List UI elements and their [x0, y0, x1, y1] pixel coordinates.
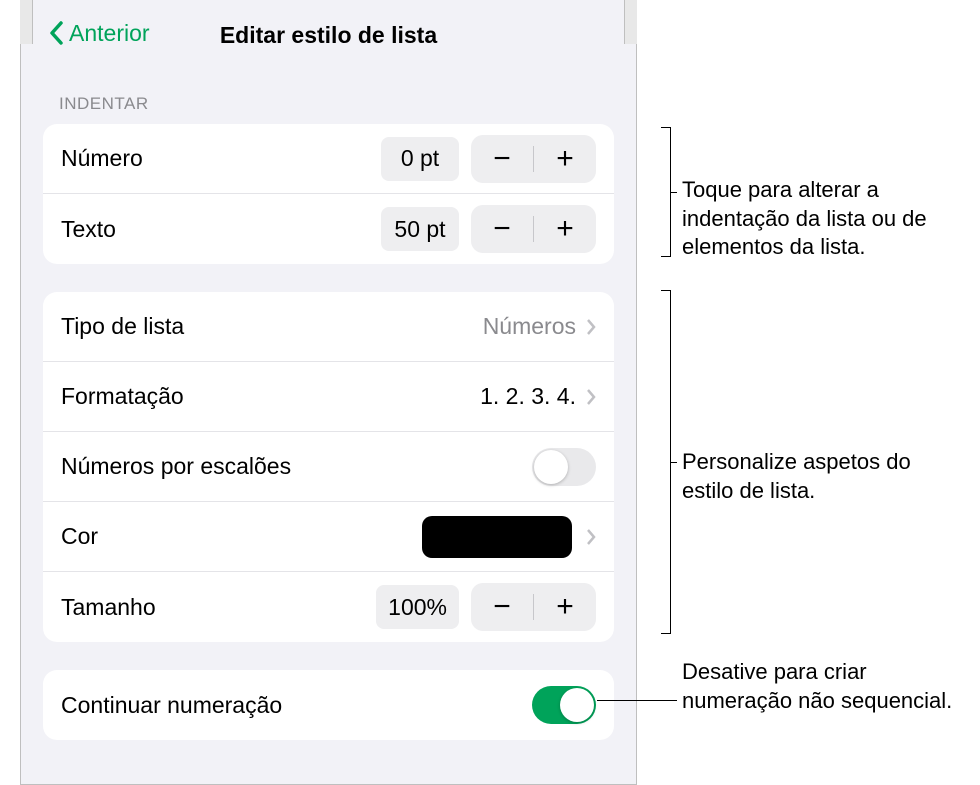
callout-indent: Toque para alterar a indentação da lista… — [682, 176, 972, 262]
text-indent-decrease[interactable]: − — [471, 205, 533, 253]
tiered-numbers-toggle[interactable] — [532, 448, 596, 486]
size-value[interactable]: 100% — [376, 585, 459, 629]
chevron-right-icon — [586, 389, 596, 405]
continue-numbering-label: Continuar numeração — [61, 692, 532, 719]
size-label: Tamanho — [61, 594, 376, 621]
size-decrease[interactable]: − — [471, 583, 533, 631]
text-indent-value[interactable]: 50 pt — [381, 207, 459, 251]
text-indent-row: Texto 50 pt − + — [43, 194, 614, 264]
chevron-right-icon — [586, 319, 596, 335]
text-indent-stepper: − + — [471, 205, 596, 253]
number-indent-value[interactable]: 0 pt — [381, 137, 459, 181]
popover-title: Editar estilo de lista — [21, 22, 636, 49]
popover-panel: Anterior Editar estilo de lista Indentar… — [20, 0, 637, 785]
style-card: Tipo de lista Números Formatação 1. 2. 3… — [43, 292, 614, 642]
color-swatch — [422, 516, 572, 558]
callout-line — [671, 192, 677, 193]
callout-style: Personalize aspetos do estilo de lista. — [682, 448, 962, 505]
size-row: Tamanho 100% − + — [43, 572, 614, 642]
format-row[interactable]: Formatação 1. 2. 3. 4. — [43, 362, 614, 432]
tiered-numbers-label: Números por escalões — [61, 453, 532, 480]
list-type-row[interactable]: Tipo de lista Números — [43, 292, 614, 362]
color-label: Cor — [61, 523, 422, 550]
toggle-knob — [534, 450, 568, 484]
indent-card: Número 0 pt − + Texto 50 pt − + — [43, 124, 614, 264]
format-value: 1. 2. 3. 4. — [480, 383, 576, 410]
popover-header: Anterior Editar estilo de lista — [21, 0, 636, 66]
callout-bracket — [661, 127, 671, 257]
continue-numbering-toggle[interactable] — [532, 686, 596, 724]
size-increase[interactable]: + — [534, 583, 596, 631]
text-indent-increase[interactable]: + — [534, 205, 596, 253]
number-indent-label: Número — [61, 145, 381, 172]
continue-numbering-row: Continuar numeração — [43, 670, 614, 740]
callout-bracket — [661, 290, 671, 634]
tiered-numbers-row: Números por escalões — [43, 432, 614, 502]
number-indent-row: Número 0 pt − + — [43, 124, 614, 194]
callout-line — [671, 462, 677, 463]
number-indent-decrease[interactable]: − — [471, 135, 533, 183]
continue-card: Continuar numeração — [43, 670, 614, 740]
list-type-value: Números — [483, 313, 576, 340]
callout-line — [597, 700, 677, 701]
number-indent-increase[interactable]: + — [534, 135, 596, 183]
indent-section-header: Indentar — [21, 66, 636, 124]
callout-continue: Desative para criar numeração não sequen… — [682, 658, 962, 715]
number-indent-stepper: − + — [471, 135, 596, 183]
text-indent-label: Texto — [61, 216, 381, 243]
color-row[interactable]: Cor — [43, 502, 614, 572]
chevron-right-icon — [586, 529, 596, 545]
format-label: Formatação — [61, 383, 480, 410]
list-type-label: Tipo de lista — [61, 313, 483, 340]
size-stepper: − + — [471, 583, 596, 631]
toggle-knob — [560, 688, 594, 722]
